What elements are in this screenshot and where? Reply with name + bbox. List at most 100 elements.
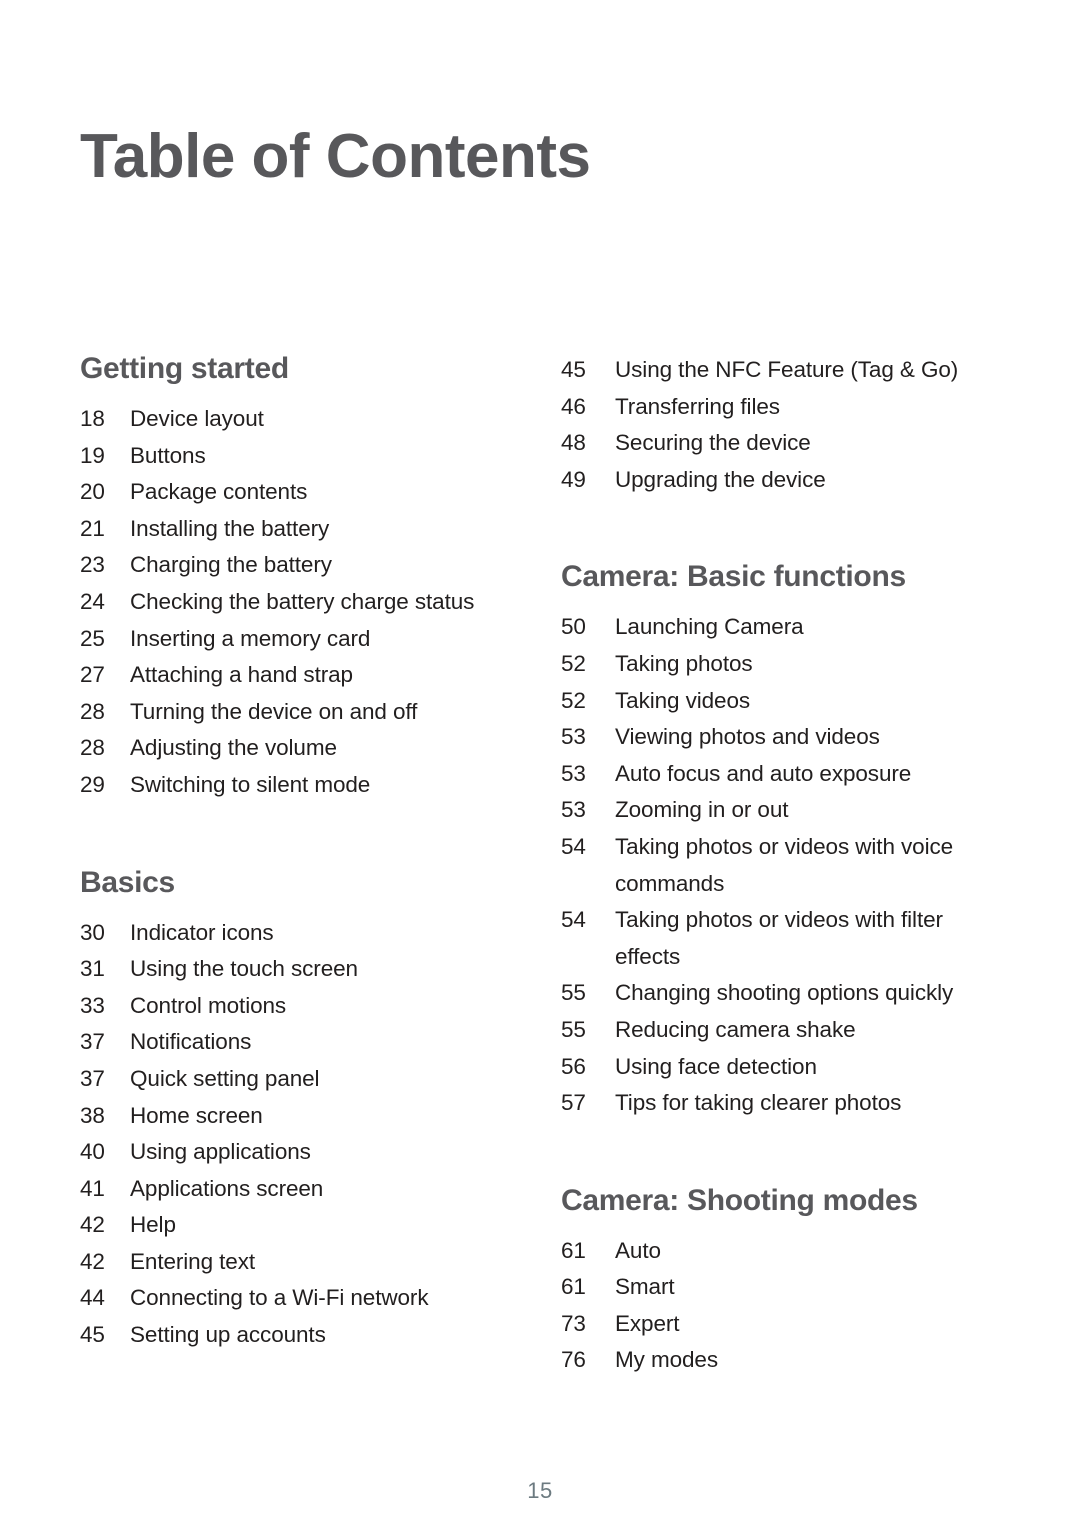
toc-entry[interactable]: 61 Smart: [561, 1269, 1013, 1306]
toc-entry-label: Quick setting panel: [130, 1065, 320, 1091]
toc-entry[interactable]: 27 Attaching a hand strap: [80, 657, 530, 694]
toc-entry[interactable]: 52 Taking videos: [561, 683, 1013, 720]
toc-entry-page: 30: [80, 919, 105, 945]
toc-entry[interactable]: 45 Setting up accounts: [80, 1317, 530, 1354]
toc-entry-label: Taking photos: [615, 650, 753, 676]
toc-entry-page: 53: [561, 797, 586, 823]
toc-entry[interactable]: 29 Switching to silent mode: [80, 767, 530, 804]
toc-entry[interactable]: 57 Tips for taking clearer photos: [561, 1085, 1013, 1122]
toc-entry-page: 55: [561, 1016, 586, 1042]
toc-entry[interactable]: 56 Using face detection: [561, 1049, 1013, 1086]
toc-entry-page: 53: [561, 724, 586, 750]
toc-entry[interactable]: 30 Indicator icons: [80, 915, 530, 952]
toc-entry-label: Using the touch screen: [130, 956, 358, 982]
toc-section: Camera: Shooting modes 61 Auto 61 Smart …: [561, 1184, 1013, 1379]
toc-column-right: 45 Using the NFC Feature (Tag & Go) 46 T…: [561, 352, 1013, 1379]
toc-list-getting-started: 18 Device layout 19 Buttons 20 Package c…: [80, 401, 530, 804]
toc-entry[interactable]: 38 Home screen: [80, 1098, 530, 1135]
toc-entry[interactable]: 76 My modes: [561, 1342, 1013, 1379]
toc-entry-page: 37: [80, 1029, 105, 1055]
toc-entry[interactable]: 52 Taking photos: [561, 646, 1013, 683]
toc-entry-page: 50: [561, 614, 586, 640]
toc-entry-page: 19: [80, 442, 105, 468]
toc-entry[interactable]: 53 Zooming in or out: [561, 792, 1013, 829]
section-heading-basics: Basics: [80, 865, 175, 899]
toc-entry[interactable]: 20 Package contents: [80, 474, 530, 511]
toc-entry[interactable]: 23 Charging the battery: [80, 547, 530, 584]
toc-entry-label: Zooming in or out: [615, 797, 789, 823]
toc-entry-label: Inserting a memory card: [130, 625, 371, 651]
toc-entry-page: 56: [561, 1053, 586, 1079]
toc-entry[interactable]: 46 Transferring files: [561, 389, 1013, 426]
toc-entry[interactable]: 44 Connecting to a Wi-Fi network: [80, 1280, 530, 1317]
toc-entry[interactable]: 50 Launching Camera: [561, 609, 1013, 646]
toc-entry-label: Tips for taking clearer photos: [615, 1090, 902, 1116]
toc-entry[interactable]: 41 Applications screen: [80, 1171, 530, 1208]
toc-entry-label: Upgrading the device: [615, 466, 826, 492]
toc-entry-page: 48: [561, 430, 586, 456]
toc-entry[interactable]: 53 Viewing photos and videos: [561, 719, 1013, 756]
toc-entry[interactable]: 28 Adjusting the volume: [80, 730, 530, 767]
toc-entry[interactable]: 53 Auto focus and auto exposure: [561, 756, 1013, 793]
toc-entry-label: Notifications: [130, 1029, 252, 1055]
toc-entry-page: 42: [80, 1212, 105, 1238]
toc-entry-label: Control motions: [130, 992, 287, 1018]
toc-entry[interactable]: 61 Auto: [561, 1233, 1013, 1270]
toc-entry-label: Setting up accounts: [130, 1322, 326, 1348]
toc-entry[interactable]: 24 Checking the battery charge status: [80, 584, 530, 621]
toc-entry-page: 29: [80, 771, 105, 797]
toc-entry[interactable]: 55 Changing shooting options quickly: [561, 975, 1013, 1012]
toc-entry-page: 45: [80, 1322, 105, 1348]
toc-list-camera-basic-functions: 50 Launching Camera 52 Taking photos 52 …: [561, 609, 1013, 1121]
toc-entry[interactable]: 49 Upgrading the device: [561, 462, 1013, 499]
toc-entry[interactable]: 54 Taking photos or videos with filter e…: [561, 902, 1013, 975]
toc-list-basics: 30 Indicator icons 31 Using the touch sc…: [80, 915, 530, 1354]
toc-entry[interactable]: 18 Device layout: [80, 401, 530, 438]
toc-entry-label: Switching to silent mode: [130, 771, 371, 797]
toc-entry-page: 45: [561, 357, 586, 382]
toc-entry-page: 76: [561, 1347, 586, 1373]
toc-entry-label: Reducing camera shake: [615, 1016, 856, 1042]
toc-entry[interactable]: 42 Help: [80, 1207, 530, 1244]
toc-entry[interactable]: 45 Using the NFC Feature (Tag & Go): [561, 352, 1013, 389]
toc-entry[interactable]: 48 Securing the device: [561, 425, 1013, 462]
toc-entry-label: Charging the battery: [130, 552, 332, 578]
toc-section: Getting started 18 Device layout 19 Butt…: [80, 352, 530, 804]
toc-entry-label: Using face detection: [615, 1053, 817, 1079]
toc-entry-page: 28: [80, 735, 105, 761]
toc-entry-page: 73: [561, 1310, 586, 1336]
toc-entry-label: Attaching a hand strap: [130, 662, 353, 688]
toc-entry[interactable]: 73 Expert: [561, 1306, 1013, 1343]
toc-list-basics-continued: 45 Using the NFC Feature (Tag & Go) 46 T…: [561, 352, 1013, 498]
toc-entry[interactable]: 55 Reducing camera shake: [561, 1012, 1013, 1049]
toc-entry-label: Auto: [615, 1237, 661, 1263]
toc-entry-label: Indicator icons: [130, 919, 274, 945]
toc-entry-label: Viewing photos and videos: [615, 724, 880, 750]
toc-entry-page: 40: [80, 1139, 105, 1165]
toc-entry-label: My modes: [615, 1347, 718, 1373]
toc-entry-label: Adjusting the volume: [130, 735, 337, 761]
toc-entry-page: 42: [80, 1248, 105, 1274]
toc-entry[interactable]: 40 Using applications: [80, 1134, 530, 1171]
toc-entry[interactable]: 21 Installing the battery: [80, 511, 530, 548]
toc-entry-label: Launching Camera: [615, 614, 804, 640]
toc-entry[interactable]: 37 Quick setting panel: [80, 1061, 530, 1098]
toc-entry[interactable]: 28 Turning the device on and off: [80, 694, 530, 731]
toc-entry-label: Connecting to a Wi-Fi network: [130, 1285, 429, 1311]
toc-entry[interactable]: 42 Entering text: [80, 1244, 530, 1281]
toc-entry-page: 49: [561, 466, 586, 492]
toc-entry[interactable]: 37 Notifications: [80, 1024, 530, 1061]
toc-entry-page: 61: [561, 1237, 586, 1263]
toc-entry[interactable]: 31 Using the touch screen: [80, 951, 530, 988]
toc-entry-label: Using applications: [130, 1139, 311, 1165]
toc-entry[interactable]: 25 Inserting a memory card: [80, 621, 530, 658]
toc-entry-page: 46: [561, 393, 586, 419]
toc-entry[interactable]: 33 Control motions: [80, 988, 530, 1025]
toc-entry[interactable]: 19 Buttons: [80, 438, 530, 475]
toc-entry-page: 21: [80, 515, 105, 541]
toc-entry-page: 37: [80, 1065, 105, 1091]
toc-entry-page: 23: [80, 552, 105, 578]
toc-section-basics-continued: 45 Using the NFC Feature (Tag & Go) 46 T…: [561, 352, 1013, 498]
toc-entry[interactable]: 54 Taking photos or videos with voice co…: [561, 829, 1013, 902]
toc-entry-page: 18: [80, 406, 105, 431]
